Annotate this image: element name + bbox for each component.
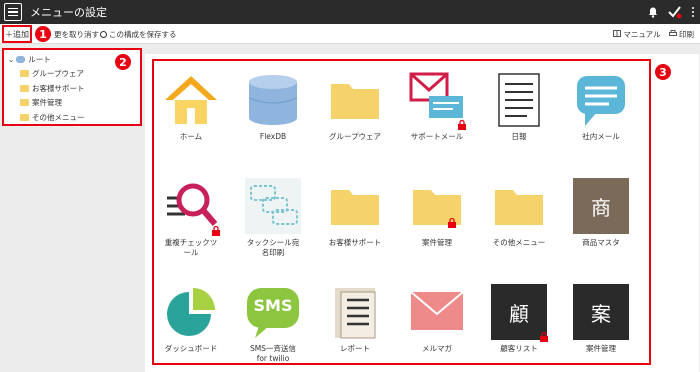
lock-icon (212, 226, 220, 236)
lock-icon (458, 120, 466, 130)
menu-tile[interactable]: ダッシュボード (154, 284, 228, 354)
tree-item-label: グループウェア (32, 69, 85, 79)
print-label: 印刷 (679, 30, 694, 39)
database-icon (245, 72, 301, 128)
bell-icon[interactable] (648, 7, 658, 18)
print-link[interactable]: 印刷 (668, 29, 694, 40)
sms-text: SMS (253, 296, 293, 315)
sms-icon: SMS (245, 284, 301, 340)
callout-badge-3: 3 (655, 64, 671, 80)
printer-icon (668, 30, 677, 36)
chevron-down-icon[interactable]: ⌄ (8, 55, 14, 64)
tile-label: サポートメール (410, 132, 464, 141)
folder-icon (327, 72, 383, 128)
circle-icon (100, 31, 107, 38)
more-options-icon[interactable] (692, 7, 694, 17)
database-small-icon (16, 55, 26, 63)
chat-bubble-icon (573, 72, 629, 128)
kanji-ko-icon: 顧 (491, 284, 548, 342)
pie-chart-icon (163, 284, 219, 340)
menu-tile[interactable]: レポート (318, 284, 392, 354)
tile-label: 日報 (511, 132, 527, 141)
tree-item-projects[interactable]: 案件管理 (8, 96, 136, 111)
folder-icon (20, 99, 29, 107)
menu-tile[interactable]: 商 商品マスタ (564, 178, 638, 248)
kanji-shou-icon: 商 (573, 178, 629, 234)
menu-tile[interactable]: 日報 (482, 72, 556, 142)
tile-label: 社内メール (582, 132, 620, 141)
tree-item-label: お客様サポート (32, 83, 85, 93)
page-title: メニューの設定 (30, 6, 107, 19)
tile-label: 案件管理 (586, 344, 616, 353)
tile-label: その他メニュー (492, 238, 546, 247)
menu-tile[interactable]: SMS SMS一斉送信 for twilio (236, 284, 310, 364)
toolbar: ＋追加 1 更を取り消す この構成を保存する マニュアル 印刷 (0, 24, 700, 44)
folder-icon (20, 84, 29, 92)
menu-tile[interactable]: 社内メール (564, 72, 638, 142)
menu-tile[interactable]: タックシール宛 名印刷 (236, 178, 310, 258)
menu-tile[interactable]: メルマガ (400, 284, 474, 354)
tile-label: ホーム (179, 132, 203, 141)
tile-label: 商品マスタ (582, 238, 620, 247)
manual-link[interactable]: マニュアル (612, 29, 661, 40)
menu-tile[interactable]: 案件管理 (400, 178, 474, 248)
tree-item-label: 案件管理 (32, 98, 62, 108)
lock-icon (540, 332, 548, 342)
tile-label: FlexDB (259, 132, 287, 141)
tree-root-label: ルート (28, 54, 51, 64)
tree-item-other[interactable]: その他メニュー (8, 110, 136, 125)
tile-label: ダッシュボード (164, 344, 218, 353)
checkmark-icon[interactable] (668, 5, 682, 19)
tree-item-support[interactable]: お客様サポート (8, 81, 136, 96)
save-config-link[interactable]: この構成を保存する (100, 29, 177, 40)
tile-label: 顧客リスト (500, 344, 538, 353)
menu-tile[interactable]: お客様サポート (318, 178, 392, 248)
book-icon (612, 30, 621, 37)
manual-label: マニュアル (623, 30, 661, 39)
folder-icon (409, 178, 465, 234)
add-button[interactable]: ＋追加 (2, 25, 32, 43)
tile-label: お客様サポート (328, 238, 382, 247)
tile-label: グループウェア (328, 132, 382, 141)
tree-item-groupware[interactable]: グループウェア (8, 67, 136, 82)
menu-tile[interactable]: その他メニュー (482, 178, 556, 248)
lock-icon (448, 218, 456, 228)
folder-icon (20, 70, 29, 78)
home-icon (163, 72, 219, 128)
undo-link[interactable]: 更を取り消す (54, 29, 99, 40)
save-config-label: この構成を保存する (109, 30, 177, 39)
folder-icon (20, 113, 29, 121)
callout-badge-1: 1 (35, 26, 51, 42)
envelope-icon (409, 284, 465, 340)
menu-tile[interactable]: サポートメール (400, 72, 474, 142)
tile-label: タックシール宛 名印刷 (246, 238, 300, 257)
menu-tile[interactable]: FlexDB (236, 72, 310, 142)
menu-tile[interactable]: グループウェア (318, 72, 392, 142)
tile-label: 案件管理 (422, 238, 452, 247)
hamburger-menu-icon[interactable] (4, 3, 22, 21)
menu-tile[interactable]: ホーム (154, 72, 228, 142)
report-icon (327, 284, 383, 340)
magnifier-icon (163, 178, 220, 236)
menu-tile[interactable]: 案 案件管理 (564, 284, 638, 354)
folder-icon (327, 178, 383, 234)
kanji-an-icon: 案 (573, 284, 629, 340)
tile-label: レポート (340, 344, 370, 353)
label-print-icon (245, 178, 301, 234)
folder-icon (491, 178, 547, 234)
callout-badge-2: 2 (115, 54, 131, 70)
tile-label: メルマガ (422, 344, 452, 353)
tile-label: 重複チェックツ ール (164, 238, 218, 257)
title-bar: メニューの設定 (0, 0, 700, 24)
tile-label: SMS一斉送信 for twilio (250, 344, 296, 363)
document-icon (491, 72, 547, 128)
mail-chat-icon (409, 72, 466, 130)
menu-tile[interactable]: 重複チェックツ ール (154, 178, 228, 258)
menu-tile[interactable]: 顧 顧客リスト (482, 284, 556, 354)
tree-item-label: その他メニュー (32, 112, 85, 122)
